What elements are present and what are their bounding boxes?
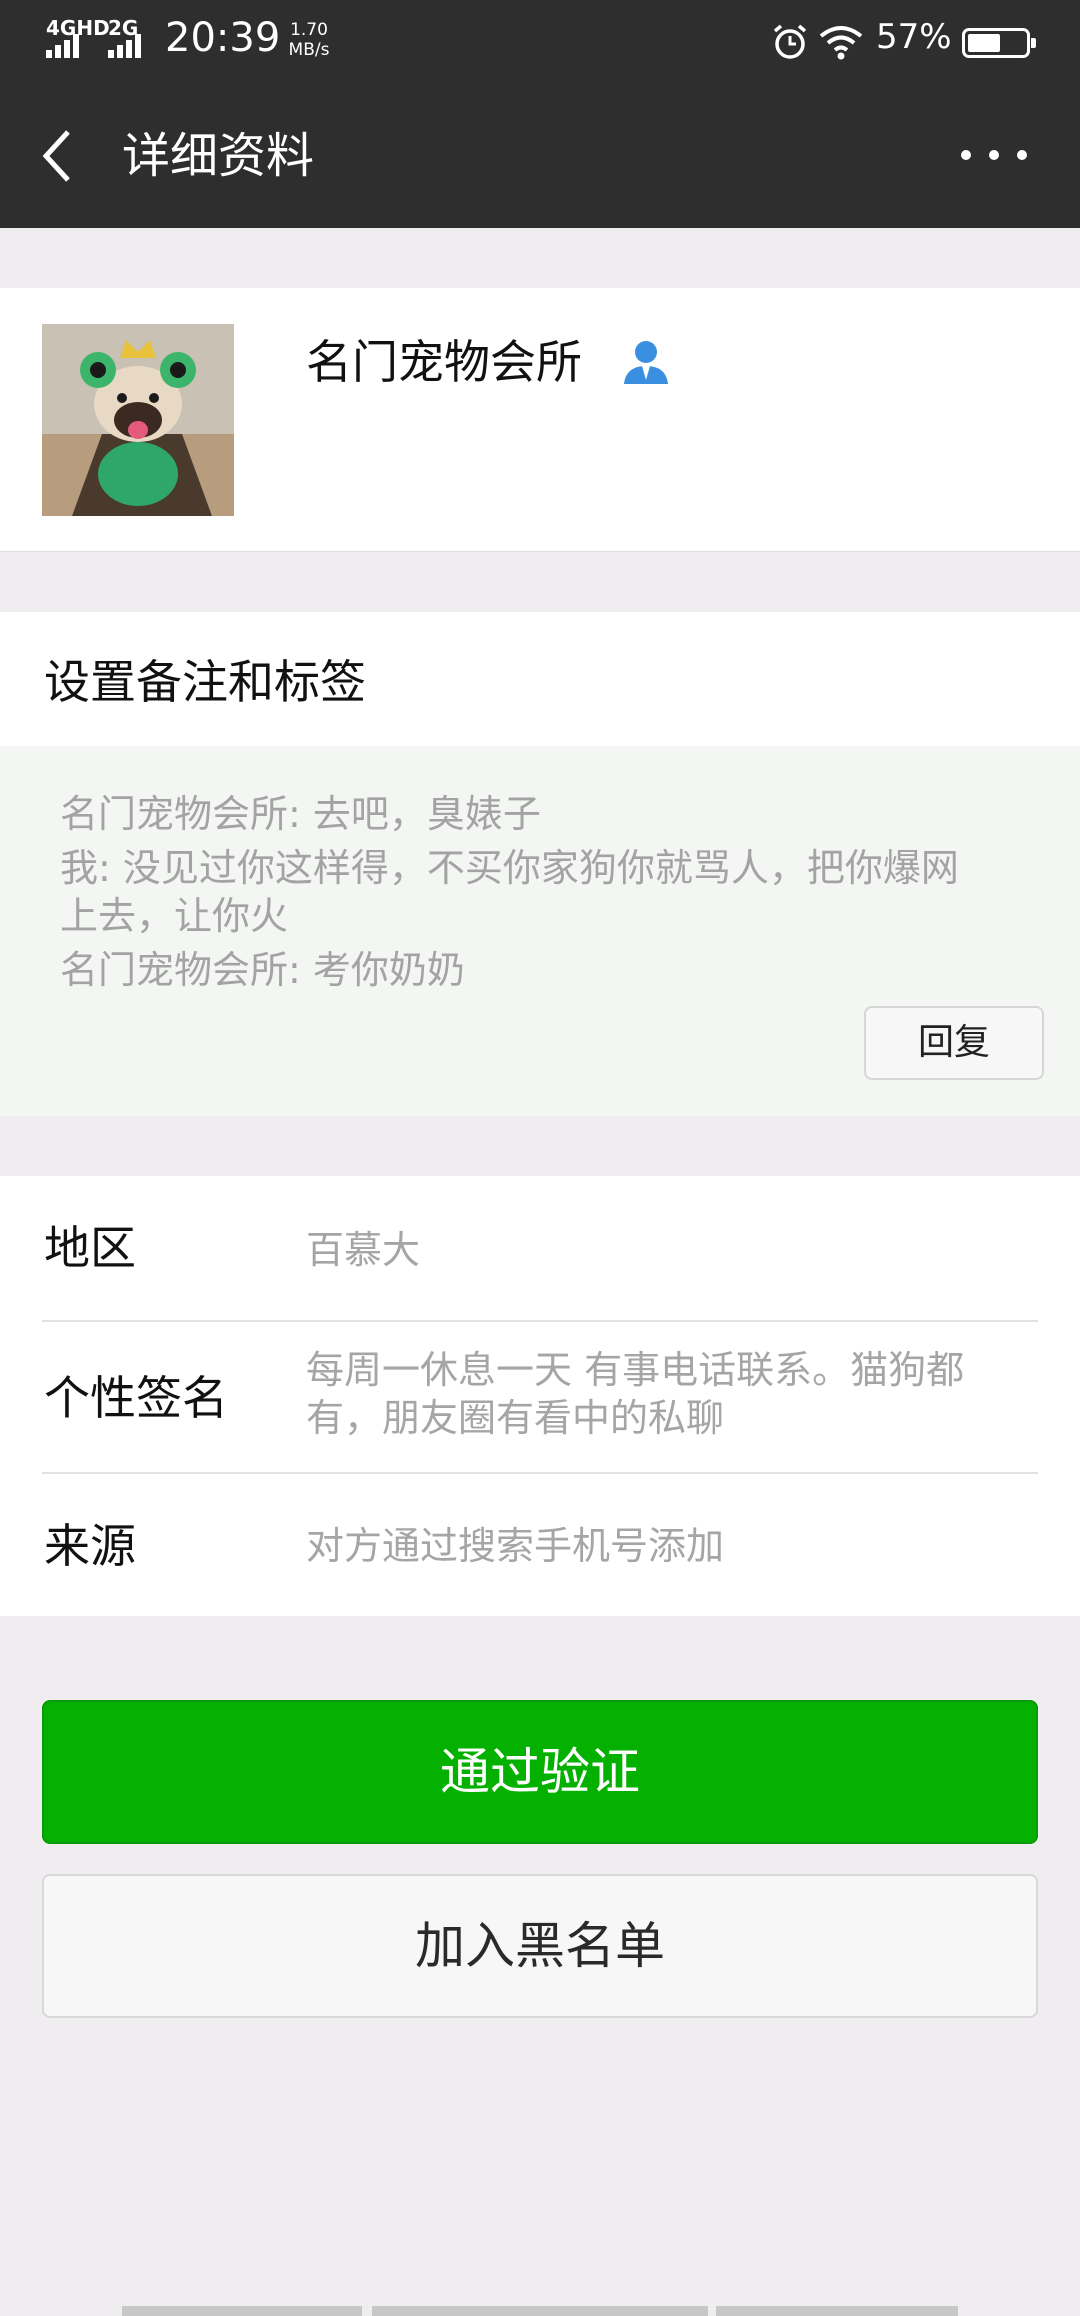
reply-button[interactable]: 回复 (864, 1006, 1044, 1080)
signal-icon-2 (108, 34, 148, 58)
clock: 20:39 (165, 15, 281, 61)
contact-name: 名门宠物会所 (306, 335, 582, 389)
message-line: 我: 没见过你这样得，不买你家狗你就骂人，把你爆网 (60, 846, 959, 890)
accept-verification-button[interactable]: 通过验证 (42, 1700, 1038, 1844)
status-bar: 4GHD 2G 20:39 1.70 MB/s 57% (0, 0, 1080, 84)
region-row: 地区 百慕大 (0, 1176, 1080, 1320)
info-card: 地区 百慕大 个性签名 每周一休息一天 有事电话联系。猫狗都 有，朋友圈有看中的… (0, 1176, 1080, 1616)
speed-unit: MB/s (288, 40, 330, 60)
verification-messages: 名门宠物会所: 去吧，臭婊子 我: 没见过你这样得，不买你家狗你就骂人，把你爆网… (0, 746, 1080, 1116)
source-value: 对方通过搜索手机号添加 (306, 1524, 725, 1568)
message-line: 上去，让你火 (60, 894, 289, 938)
region-label: 地区 (44, 1221, 136, 1275)
contact-person-icon (624, 341, 668, 384)
avatar[interactable] (42, 324, 234, 516)
signal-icon (46, 34, 86, 58)
add-to-blacklist-button[interactable]: 加入黑名单 (42, 1874, 1038, 2018)
network-speed: 1.70 MB/s (284, 20, 334, 60)
signature-row: 个性签名 每周一休息一天 有事电话联系。猫狗都 有，朋友圈有看中的私聊 (0, 1322, 1080, 1472)
signature-label: 个性签名 (44, 1371, 228, 1425)
signature-line: 每周一休息一天 有事电话联系。猫狗都 (306, 1348, 965, 1392)
nav-bar: 详细资料 (0, 84, 1080, 228)
message-line: 名门宠物会所: 去吧，臭婊子 (60, 792, 541, 836)
region-value: 百慕大 (306, 1228, 421, 1272)
system-nav-indicator (0, 2306, 1080, 2316)
battery-icon (962, 28, 1036, 58)
signature-value: 每周一休息一天 有事电话联系。猫狗都 有，朋友圈有看中的私聊 (306, 1346, 1036, 1442)
alarm-icon (773, 24, 807, 59)
set-remark-label: 设置备注和标签 (44, 655, 366, 709)
page-title: 详细资料 (122, 128, 315, 184)
wifi-icon (819, 26, 863, 60)
battery-percent: 57% (876, 17, 952, 57)
more-icon[interactable] (958, 140, 1030, 170)
battery-fill (968, 34, 1000, 52)
source-label: 来源 (44, 1519, 136, 1573)
speed-value: 1.70 (290, 20, 328, 40)
signature-line: 有，朋友圈有看中的私聊 (306, 1396, 725, 1440)
back-icon[interactable] (38, 126, 82, 186)
set-remark-row[interactable]: 设置备注和标签 (0, 612, 1080, 746)
message-line: 名门宠物会所: 考你奶奶 (60, 948, 465, 992)
source-row: 来源 对方通过搜索手机号添加 (0, 1474, 1080, 1616)
profile-card: 名门宠物会所 (0, 288, 1080, 552)
dog-avatar-image (42, 324, 234, 516)
